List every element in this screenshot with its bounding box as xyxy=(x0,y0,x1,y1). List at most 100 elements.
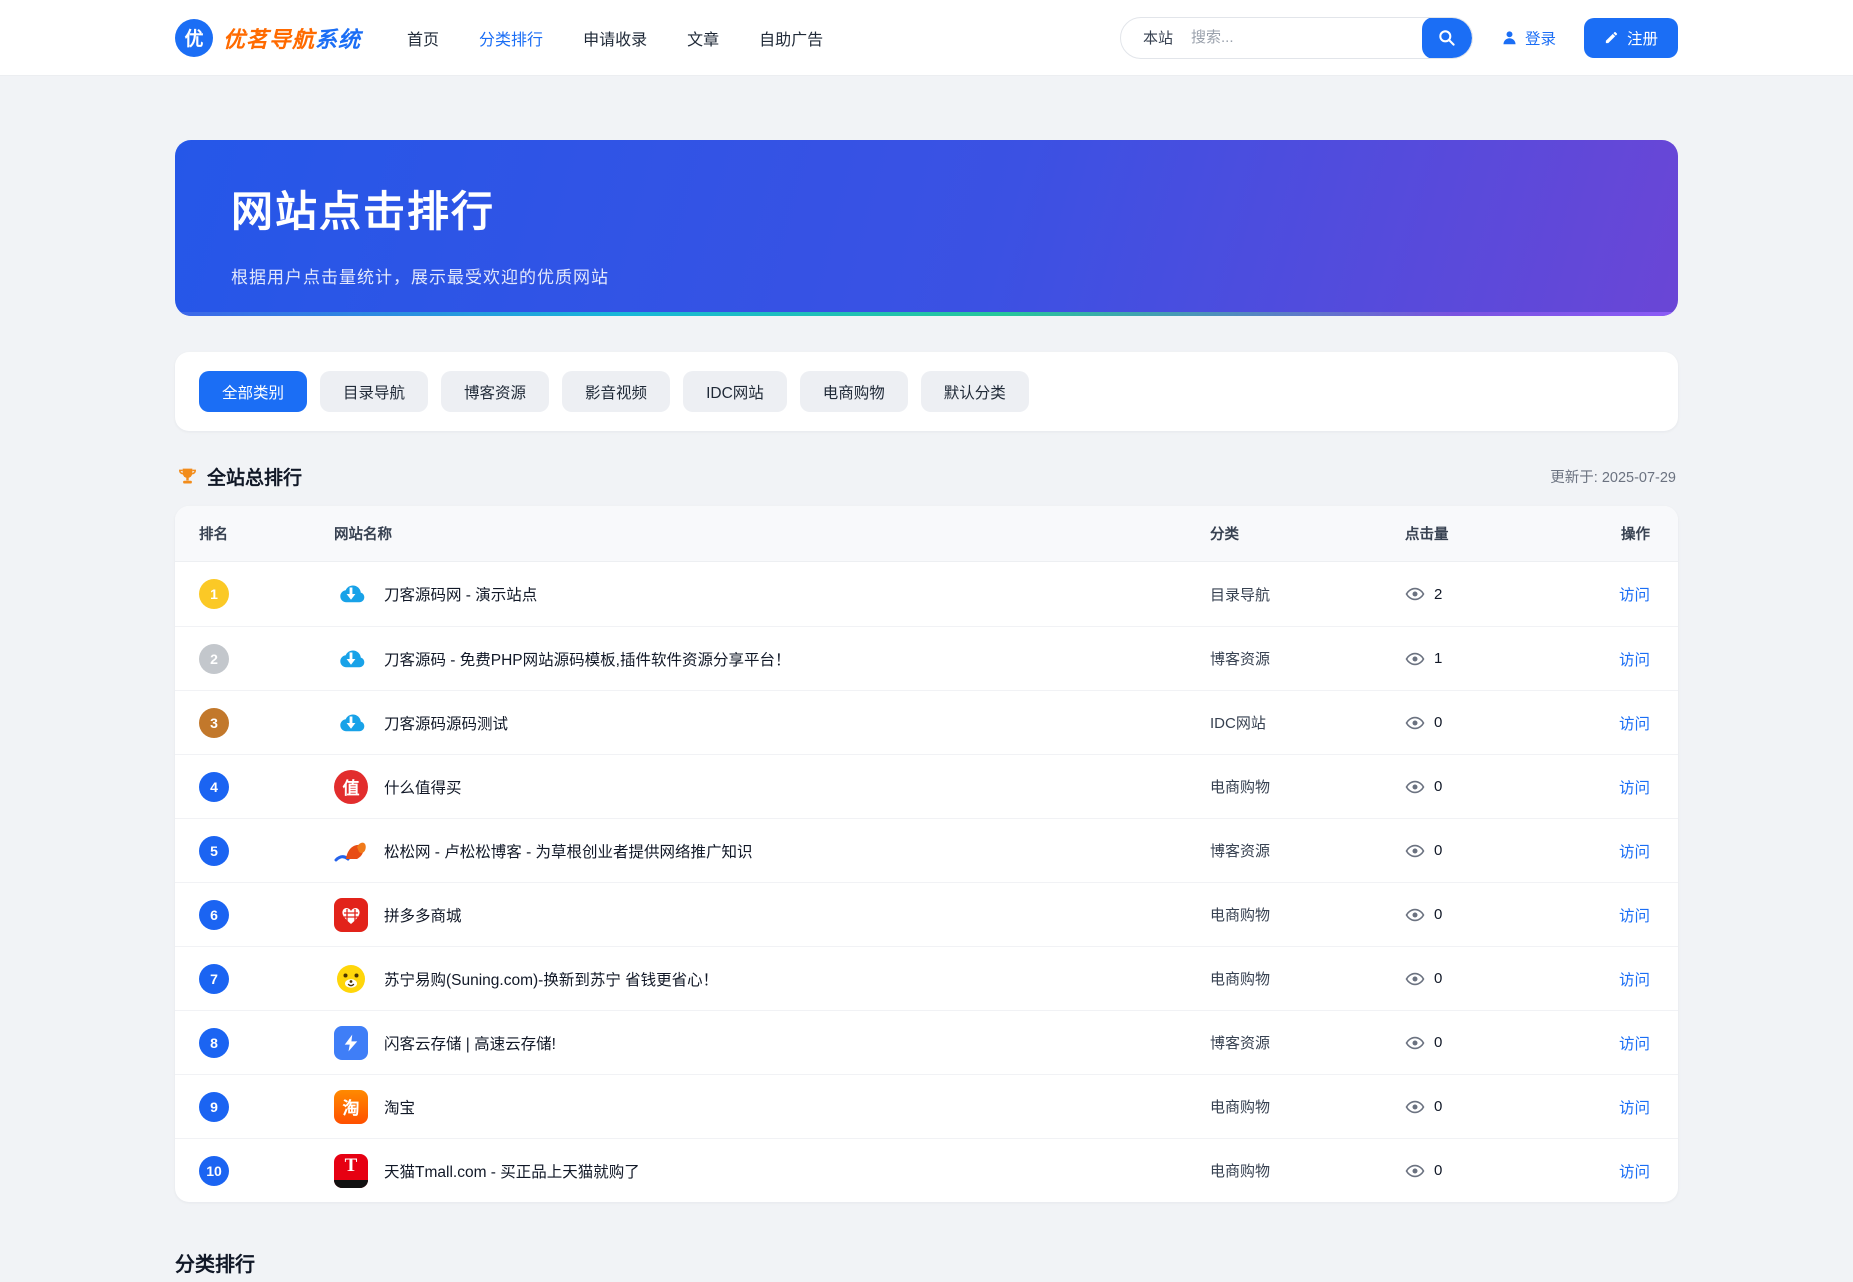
search-input[interactable] xyxy=(1173,29,1422,46)
table-row: 10 T天猫Tmall.com - 买正品上天猫就购了 电商购物 0 访问 xyxy=(175,1138,1678,1202)
site-category: 博客资源 xyxy=(1210,1032,1405,1053)
register-label: 注册 xyxy=(1627,27,1658,49)
rank-badge: 8 xyxy=(199,1028,229,1058)
filter-idc-sites[interactable]: IDC网站 xyxy=(683,371,787,412)
trophy-icon xyxy=(177,466,198,487)
ranking-section-header: 全站总排行 更新于: 2025-07-29 xyxy=(175,463,1678,490)
cloud-download-icon xyxy=(334,706,368,740)
table-header: 排名 网站名称 分类 点击量 操作 xyxy=(175,506,1678,562)
visit-link[interactable]: 访问 xyxy=(1619,587,1650,604)
filter-ecommerce[interactable]: 电商购物 xyxy=(800,371,908,412)
click-count: 0 xyxy=(1434,842,1442,859)
table-row: 1 刀客源码网 - 演示站点 目录导航 2 访问 xyxy=(175,562,1678,626)
category-filter-bar: 全部类别 目录导航 博客资源 影音视频 IDC网站 电商购物 默认分类 xyxy=(175,352,1678,431)
nav-item-category-ranking[interactable]: 分类排行 xyxy=(479,26,543,50)
site-category: 电商购物 xyxy=(1210,1096,1405,1117)
site-category: 电商购物 xyxy=(1210,1160,1405,1181)
search-scope-select[interactable]: 本站 xyxy=(1121,27,1173,48)
visit-link[interactable]: 访问 xyxy=(1619,780,1650,797)
rank-badge: 4 xyxy=(199,772,229,802)
rank-badge: 7 xyxy=(199,964,229,994)
visit-link[interactable]: 访问 xyxy=(1619,652,1650,669)
nav-item-submit-site[interactable]: 申请收录 xyxy=(583,26,647,50)
rank-badge: 3 xyxy=(199,708,229,738)
click-count: 0 xyxy=(1434,970,1442,987)
rank-badge: 6 xyxy=(199,900,229,930)
eye-icon xyxy=(1405,905,1425,925)
eye-icon xyxy=(1405,584,1425,604)
table-row: 9 淘淘宝 电商购物 0 访问 xyxy=(175,1074,1678,1138)
rank-badge: 5 xyxy=(199,836,229,866)
login-label: 登录 xyxy=(1525,27,1556,49)
visit-link[interactable]: 访问 xyxy=(1619,1036,1650,1053)
rank-badge: 10 xyxy=(199,1156,229,1186)
hero-accent-line xyxy=(175,312,1678,316)
nav-item-articles[interactable]: 文章 xyxy=(687,26,719,50)
click-count: 0 xyxy=(1434,1162,1442,1179)
click-count: 0 xyxy=(1434,1034,1442,1051)
site-category: 电商购物 xyxy=(1210,904,1405,925)
site-name: 拼多多商城 xyxy=(384,904,462,926)
click-count: 0 xyxy=(1434,778,1442,795)
col-header-name: 网站名称 xyxy=(334,523,1210,544)
site-name: 刀客源码网 - 演示站点 xyxy=(384,583,537,605)
ranking-table: 排名 网站名称 分类 点击量 操作 1 刀客源码网 - 演示站点 目录导航 2 … xyxy=(175,506,1678,1202)
top-navbar: 优 优茗导航系统 首页 分类排行 申请收录 文章 自助广告 本站 xyxy=(0,0,1853,76)
site-category: 电商购物 xyxy=(1210,968,1405,989)
register-button[interactable]: 注册 xyxy=(1584,18,1678,58)
visit-link[interactable]: 访问 xyxy=(1619,1100,1650,1117)
site-name: 刀客源码源码测试 xyxy=(384,712,508,734)
brand-name: 优茗导航系统 xyxy=(223,22,361,54)
table-row: 8 闪客云存储 | 高速云存储! 博客资源 0 访问 xyxy=(175,1010,1678,1074)
tmall-icon: T xyxy=(334,1154,368,1188)
hero-banner: 网站点击排行 根据用户点击量统计，展示最受欢迎的优质网站 xyxy=(175,140,1678,316)
updated-timestamp: 更新于: 2025-07-29 xyxy=(1550,466,1676,487)
site-name: 苏宁易购(Suning.com)-换新到苏宁 省钱更省心！ xyxy=(384,968,718,990)
col-header-action: 操作 xyxy=(1580,523,1650,544)
pinduoduo-icon xyxy=(334,898,368,932)
site-category: 博客资源 xyxy=(1210,840,1405,861)
site-category: 目录导航 xyxy=(1210,584,1405,605)
eye-icon xyxy=(1405,841,1425,861)
table-row: 3 刀客源码源码测试 IDC网站 0 访问 xyxy=(175,690,1678,754)
cloud-download-icon xyxy=(334,577,368,611)
search-button[interactable] xyxy=(1422,17,1472,59)
eye-icon xyxy=(1405,649,1425,669)
page-subtitle: 根据用户点击量统计，展示最受欢迎的优质网站 xyxy=(231,263,1622,288)
site-name: 松松网 - 卢松松博客 - 为草根创业者提供网络推广知识 xyxy=(384,840,753,862)
col-header-rank: 排名 xyxy=(199,523,334,544)
click-count: 0 xyxy=(1434,714,1442,731)
smzdm-icon: 值 xyxy=(334,770,368,804)
eye-icon xyxy=(1405,1161,1425,1181)
category-ranking-title: 分类排行 xyxy=(175,1248,1678,1277)
visit-link[interactable]: 访问 xyxy=(1619,908,1650,925)
visit-link[interactable]: 访问 xyxy=(1619,1164,1650,1181)
search-icon xyxy=(1437,28,1456,47)
table-row: 4 值什么值得买 电商购物 0 访问 xyxy=(175,754,1678,818)
visit-link[interactable]: 访问 xyxy=(1619,972,1650,989)
table-row: 7 苏宁易购(Suning.com)-换新到苏宁 省钱更省心！ 电商购物 0 访… xyxy=(175,946,1678,1010)
visit-link[interactable]: 访问 xyxy=(1619,716,1650,733)
site-logo[interactable]: 优 优茗导航系统 xyxy=(175,19,361,57)
search-bar: 本站 xyxy=(1120,17,1473,59)
filter-all[interactable]: 全部类别 xyxy=(199,371,307,412)
click-count: 0 xyxy=(1434,1098,1442,1115)
filter-blog-resources[interactable]: 博客资源 xyxy=(441,371,549,412)
filter-directory-nav[interactable]: 目录导航 xyxy=(320,371,428,412)
ranking-section-title: 全站总排行 xyxy=(207,463,302,490)
nav-item-self-ads[interactable]: 自助广告 xyxy=(759,26,823,50)
visit-link[interactable]: 访问 xyxy=(1619,844,1650,861)
suning-icon xyxy=(334,962,368,996)
rank-badge: 1 xyxy=(199,579,229,609)
site-category: 博客资源 xyxy=(1210,648,1405,669)
table-row: 6 拼多多商城 电商购物 0 访问 xyxy=(175,882,1678,946)
eye-icon xyxy=(1405,969,1425,989)
site-name: 刀客源码 - 免费PHP网站源码模板,插件软件资源分享平台！ xyxy=(384,648,790,670)
filter-video[interactable]: 影音视频 xyxy=(562,371,670,412)
site-name: 淘宝 xyxy=(384,1096,415,1118)
songsong-icon xyxy=(334,834,368,868)
click-count: 1 xyxy=(1434,650,1442,667)
nav-item-home[interactable]: 首页 xyxy=(407,26,439,50)
filter-default[interactable]: 默认分类 xyxy=(921,371,1029,412)
login-link[interactable]: 登录 xyxy=(1501,27,1556,49)
